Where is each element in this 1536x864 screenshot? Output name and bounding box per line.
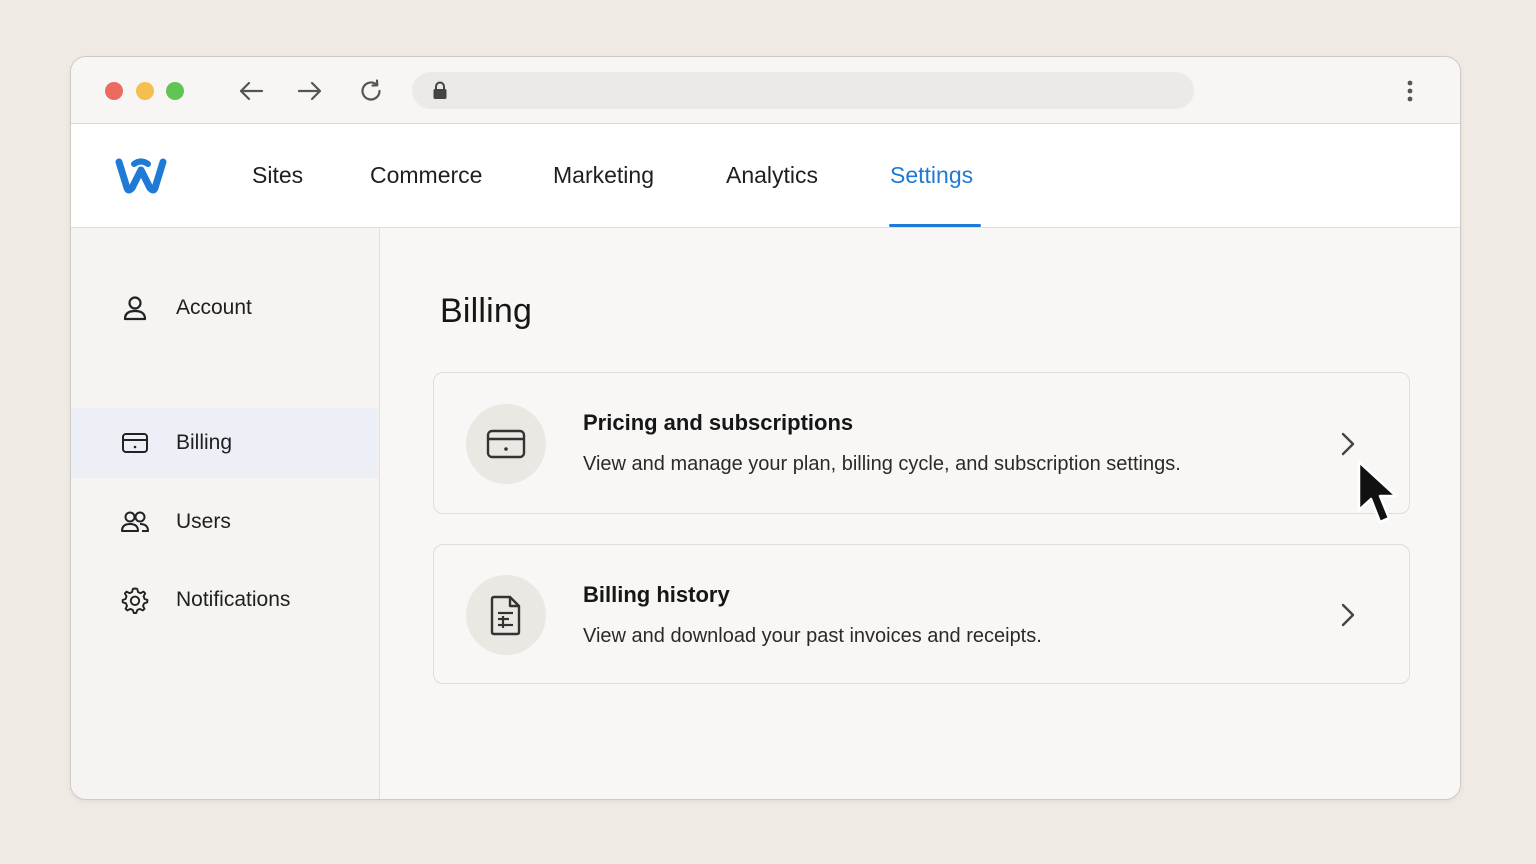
settings-sidebar: Account Billing Users Notifications: [71, 228, 380, 799]
active-tab-indicator: [889, 224, 981, 227]
url-input[interactable]: [460, 72, 1180, 109]
nav-commerce[interactable]: Commerce: [370, 162, 482, 189]
reload-icon: [361, 79, 381, 101]
top-navigation: Sites Commerce Marketing Analytics Setti…: [71, 124, 1460, 228]
credit-card-icon: [120, 428, 150, 458]
more-vertical-icon: [1407, 80, 1413, 102]
browser-window: Sites Commerce Marketing Analytics Setti…: [70, 56, 1461, 800]
nav-settings[interactable]: Settings: [890, 162, 973, 189]
nav-analytics[interactable]: Analytics: [726, 162, 818, 189]
card-description: View and manage your plan, billing cycle…: [583, 453, 1181, 475]
document-icon: [490, 595, 521, 636]
minimize-window-button[interactable]: [136, 82, 154, 100]
close-window-button[interactable]: [105, 82, 123, 100]
nav-marketing[interactable]: Marketing: [553, 162, 654, 189]
card-title: Pricing and subscriptions: [583, 410, 854, 435]
page-title: Billing: [440, 292, 533, 330]
users-icon: [120, 507, 150, 537]
arrow-right-icon: [297, 81, 322, 101]
maximize-window-button[interactable]: [166, 82, 184, 100]
sidebar-item-billing[interactable]: Billing: [71, 408, 378, 478]
nav-sites[interactable]: Sites: [252, 162, 303, 189]
card-title: Billing history: [583, 582, 730, 607]
forward-button[interactable]: [294, 75, 326, 107]
back-button[interactable]: [235, 75, 267, 107]
browser-toolbar: [71, 57, 1460, 124]
sidebar-item-label: Notifications: [176, 588, 291, 611]
address-bar[interactable]: [412, 72, 1194, 109]
card-icon-badge: [466, 575, 546, 655]
sidebar-item-users[interactable]: Users: [71, 487, 378, 557]
sidebar-item-label: Billing: [176, 431, 233, 454]
sidebar-item-account[interactable]: Account: [71, 273, 378, 343]
lock-icon: [433, 81, 447, 99]
user-icon: [120, 293, 150, 323]
arrow-left-icon: [239, 81, 264, 101]
sidebar-item-notifications[interactable]: Notifications: [71, 565, 378, 635]
gear-icon: [120, 585, 150, 615]
sidebar-item-label: Account: [176, 296, 252, 319]
sidebar-item-label: Users: [176, 510, 231, 533]
card-description: View and download your past invoices and…: [583, 625, 1042, 647]
main-content: Billing Pricing and subscriptions View a…: [381, 228, 1460, 799]
chevron-right-icon: [1336, 431, 1360, 457]
card-icon-badge: [466, 404, 546, 484]
browser-menu-button[interactable]: [1398, 77, 1422, 105]
billing-history-card[interactable]: Billing history View and download your p…: [433, 544, 1410, 684]
reload-button[interactable]: [355, 75, 387, 107]
credit-card-icon: [486, 429, 526, 459]
app-header: Sites Commerce Marketing Analytics Setti…: [71, 124, 1460, 228]
pricing-subscriptions-card[interactable]: Pricing and subscriptions View and manag…: [433, 372, 1410, 514]
chevron-right-icon: [1336, 602, 1360, 628]
